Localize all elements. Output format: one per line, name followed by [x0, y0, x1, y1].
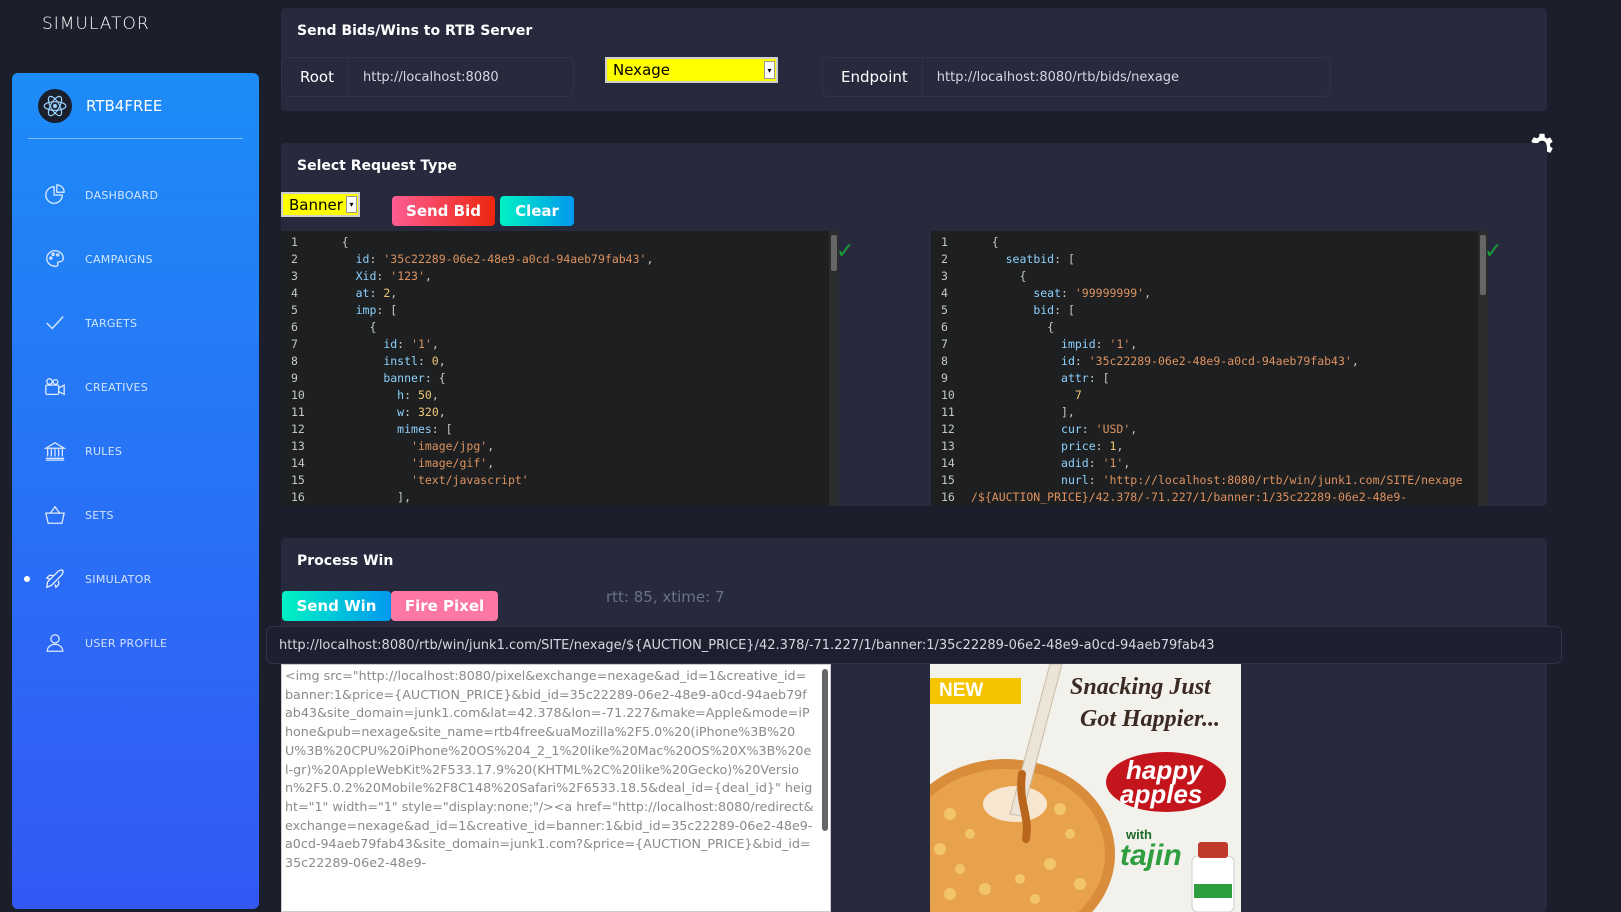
ad-headline-line-2: Got Happier...: [1080, 706, 1221, 732]
sidebar-item-label: CREATIVES: [85, 380, 149, 394]
scrollbar[interactable]: [1478, 231, 1488, 506]
video-camera-icon: [43, 375, 67, 399]
response-json-editor[interactable]: 1 { 2 seatbid: [ 3 { 4 seat: '99999999',…: [931, 231, 1488, 506]
sidebar-item-label: USER PROFILE: [85, 636, 168, 650]
sidebar-item-simulator[interactable]: SIMULATOR: [12, 547, 259, 611]
active-indicator: [24, 576, 30, 582]
request-json-editor[interactable]: 1 { 2 id: '35c22289-06e2-48e9-a0cd-94aeb…: [281, 231, 839, 506]
sidebar-item-label: SETS: [85, 508, 114, 522]
palette-icon: [43, 247, 67, 271]
root-input[interactable]: http://localhost:8080: [347, 58, 573, 96]
card-title: Send Bids/Wins to RTB Server: [297, 23, 533, 39]
sidebar-nav: DASHBOARD CAMPAIGNS TARGETS CREATIVES RU…: [12, 163, 259, 675]
chevron-down-icon: ▾: [346, 196, 357, 213]
ad-headline-line-1: Snacking Just: [1070, 674, 1211, 700]
exchange-select[interactable]: Nexage ▾: [605, 57, 778, 83]
endpoint-input[interactable]: http://localhost:8080/rtb/bids/nexage: [921, 58, 1330, 96]
adm-textarea[interactable]: <img src="http://localhost:8080/pixel&ex…: [281, 664, 831, 912]
scrollbar[interactable]: [822, 669, 828, 831]
bank-icon: [43, 439, 67, 463]
basket-icon: [43, 503, 67, 527]
endpoint-input-group: Endpoint http://localhost:8080/rtb/bids/…: [822, 57, 1331, 97]
react-logo-icon: [38, 88, 72, 123]
sidebar-item-dashboard[interactable]: DASHBOARD: [12, 163, 259, 227]
clear-button[interactable]: Clear: [500, 196, 574, 226]
endpoint-label: Endpoint: [841, 68, 908, 86]
request-type-value: Banner: [289, 195, 343, 214]
card-title: Select Request Type: [297, 158, 457, 174]
send-bids-card: Send Bids/Wins to RTB Server Root http:/…: [281, 8, 1547, 111]
send-win-button[interactable]: Send Win: [282, 591, 391, 621]
sidebar-item-campaigns[interactable]: CAMPAIGNS: [12, 227, 259, 291]
sidebar-item-rules[interactable]: RULES: [12, 419, 259, 483]
sidebar-item-label: DASHBOARD: [85, 188, 159, 202]
fire-pixel-button[interactable]: Fire Pixel: [391, 591, 498, 621]
sidebar-item-label: CAMPAIGNS: [85, 252, 153, 266]
ad-creative-preview[interactable]: NEW Snacking Just Got Happier... happy a…: [930, 664, 1241, 912]
card-title: Process Win: [297, 553, 394, 569]
check-icon: [43, 311, 67, 335]
root-input-group: Root http://localhost:8080: [281, 57, 574, 97]
new-badge: NEW: [939, 680, 984, 701]
ad-partner-logo: tajin: [1120, 839, 1182, 872]
sidebar-item-creatives[interactable]: CREATIVES: [12, 355, 259, 419]
sidebar-item-label: TARGETS: [85, 316, 138, 330]
root-label: Root: [300, 68, 334, 86]
valid-check-icon: ✓: [836, 239, 855, 264]
sidebar-item-user-profile[interactable]: USER PROFILE: [12, 611, 259, 675]
sidebar-item-sets[interactable]: SETS: [12, 483, 259, 547]
brand-name: RTB4FREE: [86, 96, 163, 115]
request-type-select[interactable]: Banner ▾: [281, 192, 360, 217]
page-title: SIMULATOR: [42, 14, 150, 34]
sidebar-item-label: RULES: [85, 444, 123, 458]
rtt-status: rtt: 85, xtime: 7: [606, 588, 725, 606]
valid-check-icon: ✓: [1484, 239, 1503, 264]
chevron-down-icon: ▾: [764, 61, 775, 79]
sidebar-item-label: SIMULATOR: [85, 572, 152, 586]
adm-text: <img src="http://localhost:8080/pixel&ex…: [285, 668, 814, 871]
chart-pie-icon: [43, 183, 67, 207]
brand[interactable]: RTB4FREE: [28, 73, 243, 139]
exchange-select-value: Nexage: [613, 61, 671, 79]
win-url-input[interactable]: http://localhost:8080/rtb/win/junk1.com/…: [266, 626, 1562, 664]
send-bid-button[interactable]: Send Bid: [392, 196, 495, 226]
spaceship-icon: [43, 567, 67, 591]
user-icon: [43, 631, 67, 655]
scrollbar[interactable]: [829, 231, 839, 506]
sidebar: RTB4FREE DASHBOARD CAMPAIGNS TARGETS CRE…: [12, 73, 259, 909]
ad-brand-line-2: apples: [1120, 779, 1203, 809]
sidebar-item-targets[interactable]: TARGETS: [12, 291, 259, 355]
